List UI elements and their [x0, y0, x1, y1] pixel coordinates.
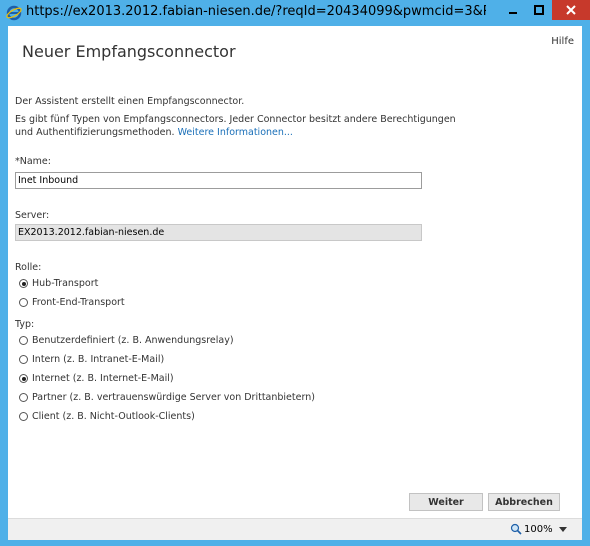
zoom-level: 100% [524, 523, 553, 535]
type-option-label: Partner (z. B. vertrauenswürdige Server … [32, 392, 315, 403]
window-frame-bottom [0, 540, 590, 546]
address-url[interactable]: https://ex2013.2012.fabian-niesen.de/?re… [26, 4, 486, 19]
zoom-control[interactable]: 100% [510, 523, 553, 535]
radio-icon [19, 336, 28, 345]
maximize-button[interactable] [526, 0, 552, 20]
radio-icon [19, 355, 28, 364]
close-button[interactable] [552, 0, 590, 20]
type-option-client[interactable]: Client (z. B. Nicht-Outlook-Clients) [19, 411, 195, 422]
zoom-dropdown-chevron-icon[interactable] [559, 527, 567, 532]
radio-selected-icon [19, 279, 28, 288]
type-option-label: Intern (z. B. Intranet-E-Mail) [32, 354, 165, 365]
type-option-internet[interactable]: Internet (z. B. Internet-E-Mail) [19, 373, 174, 384]
role-option-front-end-transport[interactable]: Front-End-Transport [19, 297, 125, 308]
minimize-icon [509, 12, 517, 14]
radio-icon [19, 298, 28, 307]
dialog-content: Hilfe Neuer Empfangsconnector Der Assist… [8, 26, 582, 518]
type-option-custom[interactable]: Benutzerdefiniert (z. B. Anwendungsrelay… [19, 335, 234, 346]
type-label: Typ: [15, 319, 35, 330]
type-option-label: Benutzerdefiniert (z. B. Anwendungsrelay… [32, 335, 234, 346]
radio-icon [19, 393, 28, 402]
role-label: Rolle: [15, 262, 42, 273]
type-option-label: Internet (z. B. Internet-E-Mail) [32, 373, 174, 384]
help-link[interactable]: Hilfe [551, 36, 574, 47]
maximize-icon [534, 5, 544, 15]
name-field[interactable]: Inet Inbound [15, 172, 422, 189]
role-option-hub-transport[interactable]: Hub-Transport [19, 278, 98, 289]
intro-text-3: und Authentifizierungsmethoden. [15, 127, 175, 138]
intro-text-2: Es gibt fünf Typen von Empfangsconnector… [15, 114, 456, 125]
minimize-button[interactable] [500, 0, 526, 20]
radio-selected-icon [19, 374, 28, 383]
intro-text-1: Der Assistent erstellt einen Empfangscon… [15, 96, 245, 107]
status-bar: 100% [8, 518, 582, 541]
role-option-label: Hub-Transport [32, 278, 99, 289]
browser-title-bar: https://ex2013.2012.fabian-niesen.de/?re… [0, 0, 590, 26]
server-label: Server: [15, 210, 50, 221]
page-title: Neuer Empfangsconnector [22, 42, 236, 61]
type-option-label: Client (z. B. Nicht-Outlook-Clients) [32, 411, 195, 422]
type-option-internal[interactable]: Intern (z. B. Intranet-E-Mail) [19, 354, 164, 365]
zoom-icon [510, 523, 522, 535]
intro-text-3-wrap: und Authentifizierungsmethoden. Weitere … [15, 126, 293, 139]
name-label: *Name: [15, 156, 51, 167]
close-icon [566, 5, 576, 15]
cancel-button[interactable]: Abbrechen [488, 493, 560, 511]
type-option-partner[interactable]: Partner (z. B. vertrauenswürdige Server … [19, 392, 315, 403]
next-button[interactable]: Weiter [409, 493, 483, 511]
server-field: EX2013.2012.fabian-niesen.de [15, 224, 422, 241]
internet-explorer-icon [6, 5, 22, 21]
role-option-label: Front-End-Transport [32, 297, 125, 308]
radio-icon [19, 412, 28, 421]
more-info-link[interactable]: Weitere Informationen... [178, 127, 293, 138]
